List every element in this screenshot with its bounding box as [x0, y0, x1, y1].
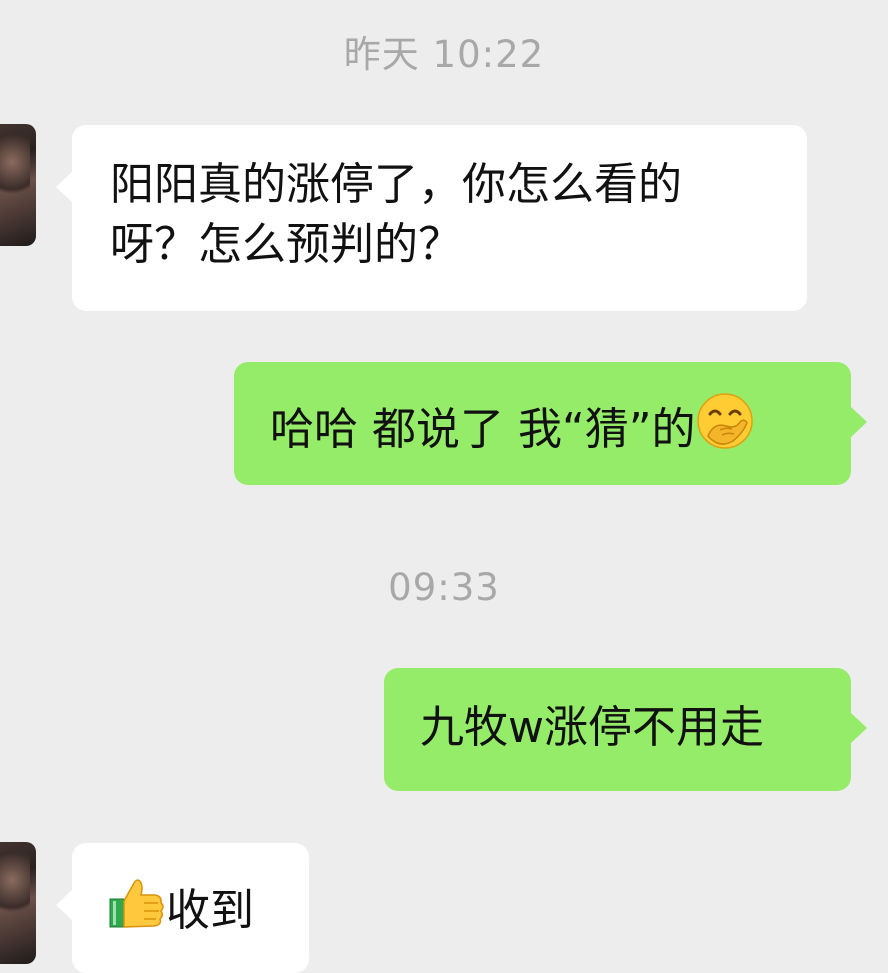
message-text: 九牧w涨停不用走 — [420, 702, 764, 753]
message-text: 收到 — [166, 885, 254, 936]
incoming-message-bubble[interactable]: 阳阳真的涨停了，你怎么看的 呀？怎么预判的？ — [56, 125, 807, 311]
outgoing-message-bubble[interactable]: 九牧w涨停不用走 — [384, 668, 867, 791]
outgoing-message-bubble[interactable]: 哈哈 都说了 我“猜”的 — [234, 362, 867, 485]
timestamp: 09:33 — [388, 566, 500, 609]
thumbs-up-icon — [108, 873, 166, 947]
incoming-message-bubble[interactable]: 收到 — [56, 843, 309, 973]
contact-avatar[interactable] — [0, 124, 36, 246]
message-text: 哈哈 都说了 我“猜”的 — [270, 404, 696, 455]
message-text: 阳阳真的涨停了，你怎么看的 呀？怎么预判的？ — [110, 159, 682, 270]
timestamp: 昨天 10:22 — [343, 33, 545, 76]
contact-avatar[interactable] — [0, 842, 36, 964]
hand-over-mouth-emoji-icon — [696, 392, 754, 466]
